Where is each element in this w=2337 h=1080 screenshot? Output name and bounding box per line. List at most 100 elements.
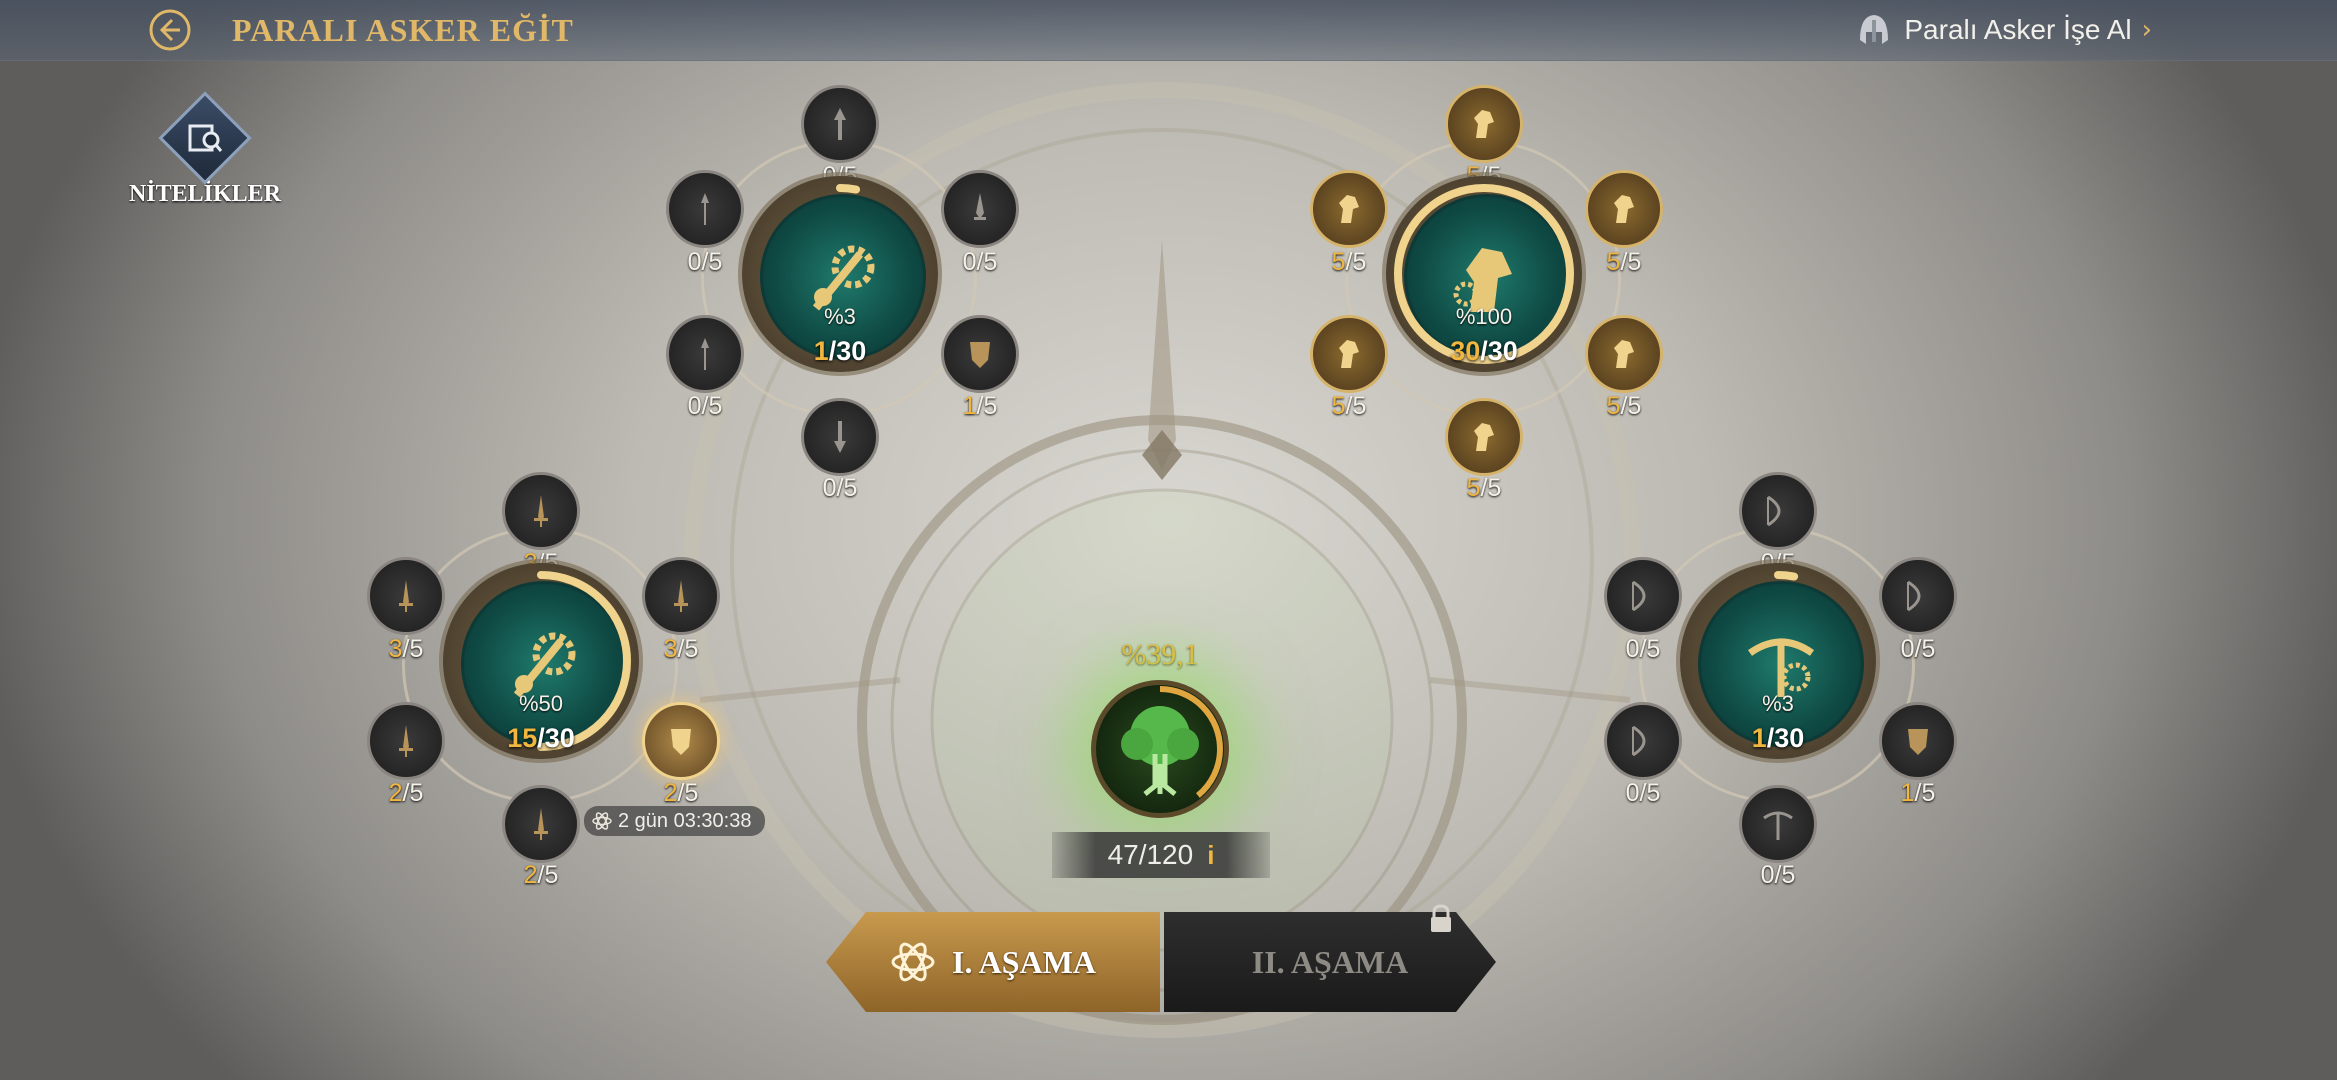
hire-mercenary-button[interactable]: Paralı Asker İşe Al › (1854, 10, 2152, 50)
skill-node[interactable] (666, 170, 744, 248)
back-arrow-icon (149, 9, 191, 51)
tree-progress-ring (1097, 686, 1223, 812)
shield-icon (970, 342, 990, 368)
skill-node[interactable] (1604, 557, 1682, 635)
skill-node[interactable] (502, 785, 580, 863)
node-count: 0/5 (687, 248, 723, 276)
spear-icon (701, 338, 709, 370)
skill-node[interactable] (1445, 398, 1523, 476)
cluster-center-node[interactable]: %3 1/30 (742, 176, 938, 372)
skill-node[interactable] (666, 315, 744, 393)
node-count: 5/5 (1466, 474, 1502, 502)
horse-icon (1339, 195, 1359, 223)
cluster-level: 1/30 (1751, 723, 1805, 753)
tree-count-bar: 47/120 i (1052, 832, 1270, 878)
skill-node[interactable] (1585, 315, 1663, 393)
node-count: 1/5 (962, 392, 998, 420)
sword-icon (534, 808, 548, 840)
skill-node[interactable] (502, 472, 580, 550)
node-count: 5/5 (1331, 392, 1367, 420)
hire-mercenary-label: Paralı Asker İşe Al (1904, 14, 2132, 45)
bow-icon (1632, 725, 1646, 757)
skill-node[interactable] (941, 315, 1019, 393)
sword-icon (399, 580, 413, 612)
skill-node[interactable] (642, 702, 720, 780)
horse-icon (1474, 423, 1494, 451)
node-count: 0/5 (1625, 779, 1661, 807)
cluster-percent: %3 (1762, 691, 1794, 716)
node-count: 2/5 (663, 779, 699, 807)
cluster-percent: %100 (1455, 304, 1513, 329)
tab-stage-2-label: II. AŞAMA (1251, 943, 1409, 980)
tab-stage-1-label: I. AŞAMA (951, 943, 1096, 980)
node-count: 5/5 (1606, 392, 1642, 420)
info-icon[interactable]: i (1207, 840, 1214, 871)
lock-icon (1431, 904, 1451, 932)
tree-of-life-node[interactable] (1091, 680, 1229, 818)
qualities-button[interactable]: NİTELİKLER (120, 91, 290, 208)
atom-icon (891, 942, 935, 982)
skill-node[interactable] (1445, 85, 1523, 163)
cluster-level: 15/30 (507, 723, 575, 753)
skill-node[interactable] (1585, 170, 1663, 248)
skill-cluster-top-left: 0/5 0/5 0/5 0/5 1/5 0/5 %3 1/30 (666, 80, 1026, 510)
scroll-search-icon (188, 124, 223, 152)
stage-tabs: I. AŞAMA II. AŞAMA (826, 912, 1496, 1012)
horse-icon (1614, 340, 1634, 368)
horse-icon (1474, 110, 1494, 138)
top-bar: PARALI ASKER EĞİT Paralı Asker İşe Al › (0, 0, 2337, 61)
cluster-percent: %50 (518, 691, 564, 716)
node-count: 0/5 (1760, 861, 1796, 889)
helmet-icon (1860, 15, 1889, 44)
skill-node[interactable] (367, 702, 445, 780)
skill-node[interactable] (1879, 702, 1957, 780)
skill-node[interactable] (367, 557, 445, 635)
skill-node[interactable] (1879, 557, 1957, 635)
skill-node[interactable] (1310, 170, 1388, 248)
node-count: 0/5 (822, 474, 858, 502)
tree-percent: %39,1 (1121, 638, 1199, 671)
atom-icon (592, 812, 612, 830)
node-count: 3/5 (663, 635, 699, 663)
skill-node[interactable] (642, 557, 720, 635)
node-count: 0/5 (1625, 635, 1661, 663)
sword-icon (534, 495, 548, 527)
timer-text: 2 gün 03:30:38 (618, 809, 752, 832)
arrow-icon (834, 108, 846, 140)
chevron-right-icon: › (2141, 15, 2152, 45)
node-count: 0/5 (962, 248, 998, 276)
qualities-badge (158, 91, 252, 185)
node-count: 5/5 (1331, 248, 1367, 276)
skill-node[interactable] (801, 398, 879, 476)
cluster-center-node[interactable]: %50 15/30 (443, 563, 639, 759)
node-count: 0/5 (1900, 635, 1936, 663)
skill-node[interactable] (1739, 785, 1817, 863)
tab-stage-1[interactable]: I. AŞAMA (826, 912, 1160, 1012)
node-count: 3/5 (388, 635, 424, 663)
node-count: 2/5 (388, 779, 424, 807)
shield-icon (671, 729, 691, 755)
sword-icon (399, 725, 413, 757)
horse-icon (1339, 340, 1359, 368)
tree-count: 47/120 (1107, 839, 1194, 870)
node-count: 2/5 (523, 861, 559, 889)
page-title: PARALI ASKER EĞİT (232, 12, 574, 48)
cluster-percent: %3 (824, 304, 856, 329)
skill-cluster-top-right: 5/5 5/5 5/5 5/5 5/5 5/5 %100 30/30 (1310, 80, 1670, 510)
horse-icon (1614, 195, 1634, 223)
cluster-center-node[interactable]: %3 1/30 (1680, 563, 1876, 759)
back-button[interactable] (148, 8, 192, 52)
skill-node[interactable] (1739, 472, 1817, 550)
skill-node[interactable] (801, 85, 879, 163)
skill-node[interactable] (941, 170, 1019, 248)
qualities-label: NİTELİKLER (128, 181, 282, 207)
skill-node[interactable] (1604, 702, 1682, 780)
bow-icon (1632, 580, 1646, 612)
cluster-level: 1/30 (813, 336, 867, 366)
sword-icon (674, 580, 688, 612)
skill-node[interactable] (1310, 315, 1388, 393)
cluster-level: 30/30 (1450, 336, 1518, 366)
bow-icon (1767, 495, 1781, 527)
cluster-center-node[interactable]: %100 30/30 (1386, 176, 1582, 372)
skill-cluster-bottom-right: 0/5 0/5 0/5 0/5 1/5 0/5 %3 1/30 (1604, 467, 1964, 897)
